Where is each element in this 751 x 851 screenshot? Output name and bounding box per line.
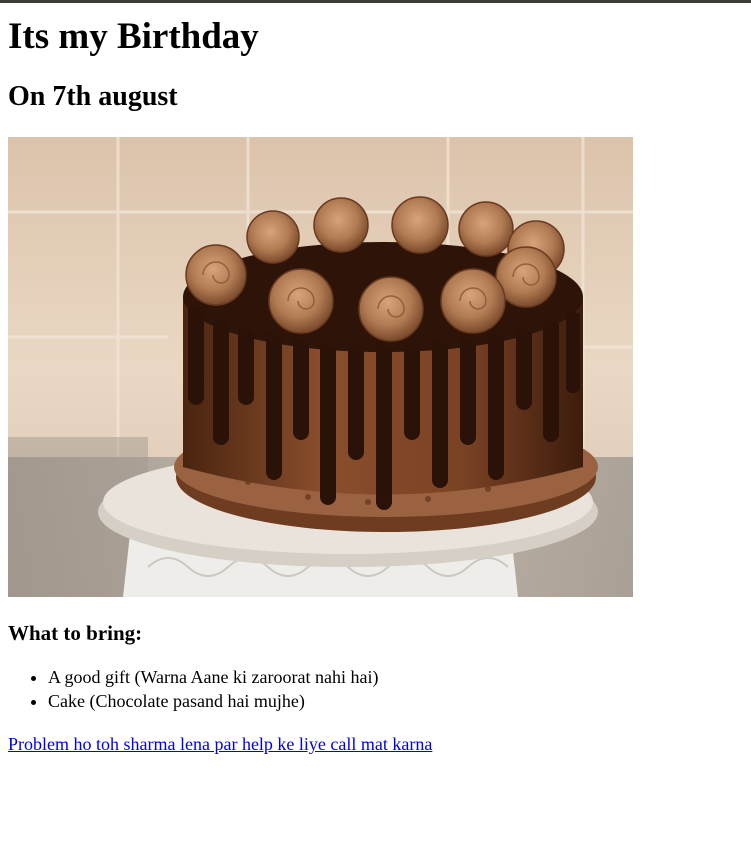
what-to-bring-heading: What to bring: bbox=[8, 621, 143, 645]
cake-image bbox=[8, 137, 633, 597]
help-link[interactable]: Problem ho toh sharma lena par help ke l… bbox=[8, 732, 432, 756]
list-item: A good gift (Warna Aane ki zaroorat nahi… bbox=[48, 665, 743, 689]
page-title: Its my Birthday bbox=[8, 16, 259, 57]
page-content: Its my Birthday On 7th august What to br… bbox=[0, 15, 751, 756]
top-border bbox=[0, 0, 751, 3]
event-date-heading: On 7th august bbox=[8, 81, 178, 112]
bring-list: A good gift (Warna Aane ki zaroorat nahi… bbox=[8, 665, 743, 713]
list-item: Cake (Chocolate pasand hai mujhe) bbox=[48, 689, 743, 713]
